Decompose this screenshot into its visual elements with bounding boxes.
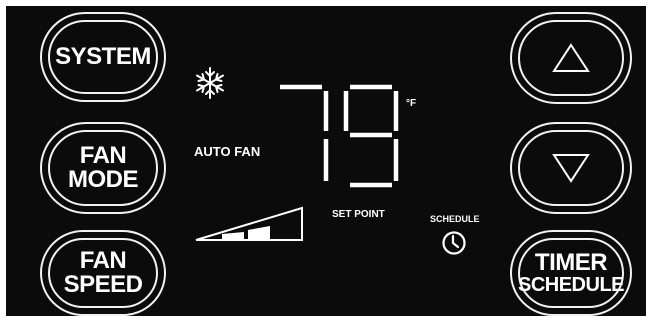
temperature-display xyxy=(280,84,399,188)
fan-mode-button-label-line1: FAN xyxy=(79,142,127,169)
temperature-unit: °F xyxy=(406,98,417,109)
timer-button-label-line2: SCHEDULE xyxy=(517,274,625,296)
fan-mode-button[interactable]: FAN MODE xyxy=(40,122,166,214)
fan-status-text: AUTO FAN xyxy=(194,144,261,159)
fan-speed-button[interactable]: FAN SPEED xyxy=(40,230,166,316)
up-arrow-icon xyxy=(552,43,590,72)
snowflake-icon xyxy=(196,67,224,99)
schedule-label: SCHEDULE xyxy=(430,214,480,224)
thermostat-panel: SYSTEM FAN MODE FAN SPEED TIMER SCHEDULE xyxy=(6,6,646,316)
set-point-label: SET POINT xyxy=(332,209,385,220)
up-button[interactable] xyxy=(510,12,632,104)
clock-icon xyxy=(442,231,466,255)
system-button-label: SYSTEM xyxy=(55,43,151,70)
temperature-digit-ones xyxy=(343,84,399,188)
timer-schedule-button[interactable]: TIMER SCHEDULE xyxy=(510,230,632,316)
down-arrow-icon xyxy=(552,154,590,183)
temperature-digit-tens xyxy=(280,84,329,181)
fan-speed-button-label-line2: SPEED xyxy=(63,271,143,298)
fan-speed-bars-icon xyxy=(195,206,303,241)
down-button[interactable] xyxy=(510,122,632,214)
timer-button-label-line1: TIMER xyxy=(534,249,608,276)
system-button[interactable]: SYSTEM xyxy=(40,12,166,102)
fan-mode-button-label-line2: MODE xyxy=(68,166,139,193)
fan-speed-button-label-line1: FAN xyxy=(79,247,127,274)
